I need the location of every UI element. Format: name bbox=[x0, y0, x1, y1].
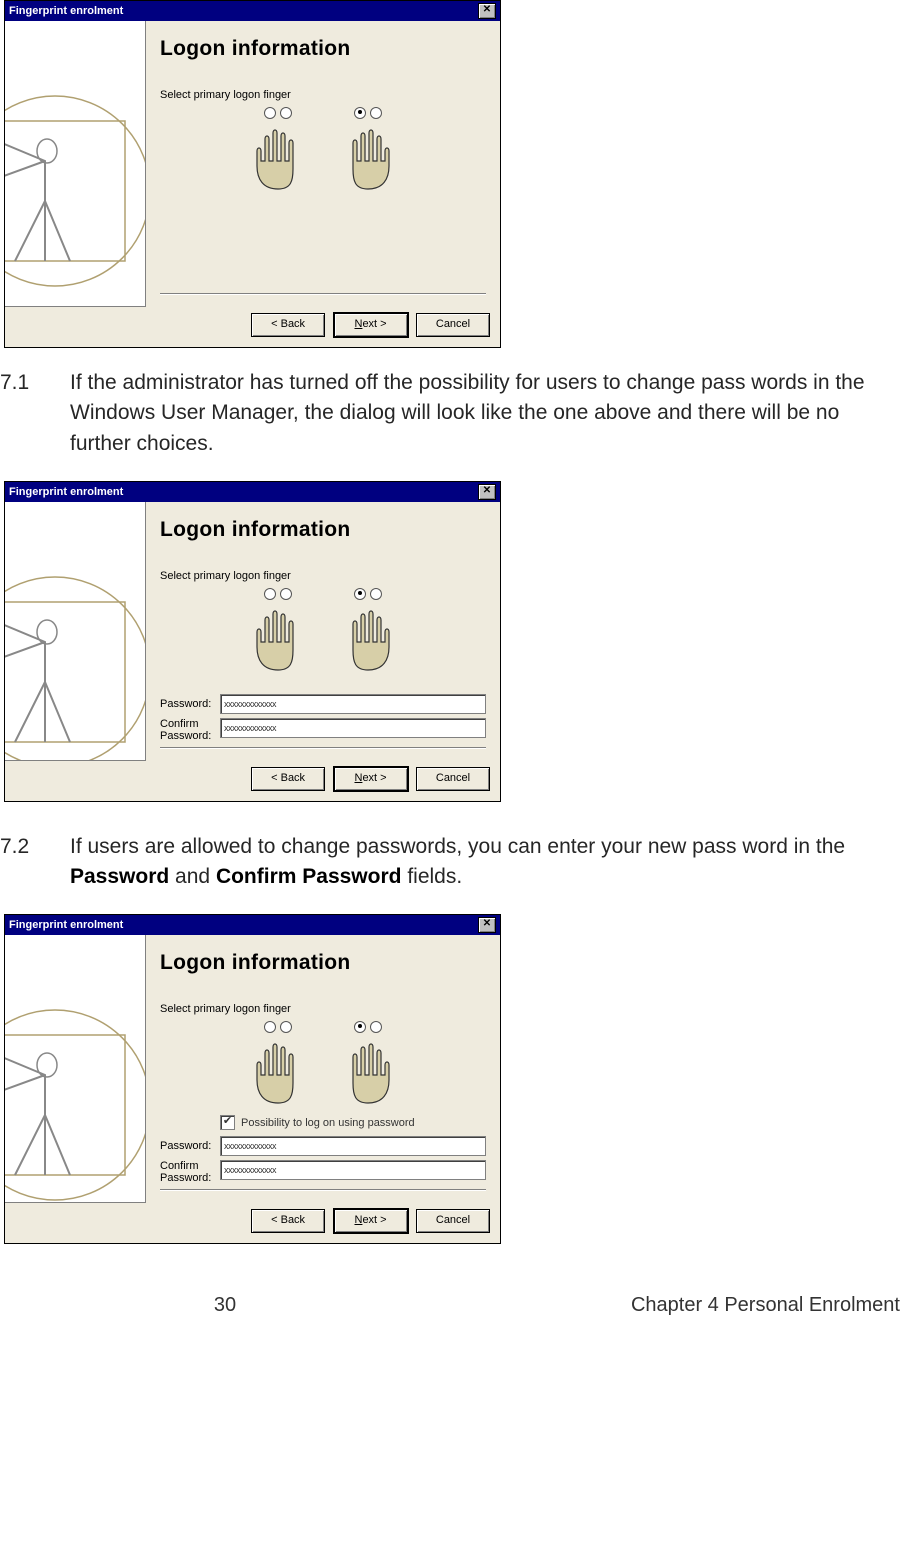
back-button[interactable]: < Back bbox=[251, 1209, 325, 1233]
titlebar-text: Fingerprint enrolment bbox=[9, 5, 478, 17]
titlebar: Fingerprint enrolment ✕ bbox=[5, 915, 500, 935]
close-icon[interactable]: ✕ bbox=[478, 3, 496, 19]
password-input[interactable]: xxxxxxxxxxxxx bbox=[220, 694, 486, 714]
checkbox-label: Possibility to log on using password bbox=[241, 1117, 415, 1129]
password-label: Password: bbox=[160, 698, 220, 710]
vitruvian-icon bbox=[5, 995, 146, 1202]
finger-selector[interactable] bbox=[160, 588, 486, 672]
wizard-graphic bbox=[5, 21, 146, 307]
right-hand-icon bbox=[333, 121, 403, 191]
paragraph-7-2: 7.2 If users are allowed to change passw… bbox=[0, 832, 904, 893]
back-button[interactable]: < Back bbox=[251, 767, 325, 791]
confirm-password-label: Confirm Password: bbox=[160, 1160, 220, 1184]
para-bold: Password bbox=[70, 865, 169, 888]
finger-radio[interactable] bbox=[280, 588, 292, 600]
password-input[interactable]: xxxxxxxxxxxxx bbox=[220, 1136, 486, 1156]
confirm-password-input[interactable]: xxxxxxxxxxxxx bbox=[220, 718, 486, 738]
finger-radio[interactable] bbox=[280, 1021, 292, 1033]
cancel-button[interactable]: Cancel bbox=[416, 767, 490, 791]
vitruvian-icon bbox=[5, 562, 146, 760]
instruction-text: Select primary logon finger bbox=[160, 89, 486, 101]
titlebar-text: Fingerprint enrolment bbox=[9, 919, 478, 931]
finger-radio[interactable] bbox=[370, 107, 382, 119]
para-bold: Confirm Password bbox=[216, 865, 402, 888]
instruction-text: Select primary logon finger bbox=[160, 570, 486, 582]
finger-radio-selected[interactable] bbox=[354, 1021, 366, 1033]
right-hand-icon bbox=[333, 1035, 403, 1105]
dialog-logon-checkbox: Fingerprint enrolment ✕ Logon informatio… bbox=[4, 914, 501, 1243]
para-number: 7.1 bbox=[0, 368, 70, 459]
finger-radio-selected[interactable] bbox=[354, 107, 366, 119]
para-text: If users are allowed to change passwords… bbox=[70, 835, 845, 858]
password-label: Password: bbox=[160, 1140, 220, 1152]
finger-radio-selected[interactable] bbox=[354, 588, 366, 600]
finger-radio[interactable] bbox=[264, 107, 276, 119]
finger-radio[interactable] bbox=[370, 588, 382, 600]
close-icon[interactable]: ✕ bbox=[478, 484, 496, 500]
para-body: If the administrator has turned off the … bbox=[70, 368, 904, 459]
confirm-password-input[interactable]: xxxxxxxxxxxxx bbox=[220, 1160, 486, 1180]
page-footer: 30 Chapter 4 Personal Enrolment bbox=[0, 1294, 904, 1317]
separator bbox=[160, 293, 486, 295]
para-body: If users are allowed to change passwords… bbox=[70, 832, 904, 893]
page-number: 30 bbox=[0, 1294, 450, 1317]
titlebar: Fingerprint enrolment ✕ bbox=[5, 1, 500, 21]
finger-selector[interactable] bbox=[160, 107, 486, 191]
wizard-graphic bbox=[5, 502, 146, 760]
dialog-heading: Logon information bbox=[160, 37, 486, 61]
back-button[interactable]: < Back bbox=[251, 313, 325, 337]
para-number: 7.2 bbox=[0, 832, 70, 893]
left-hand-icon bbox=[243, 1035, 313, 1105]
left-hand-icon bbox=[243, 602, 313, 672]
finger-radio[interactable] bbox=[370, 1021, 382, 1033]
dialog-logon-nopass: Fingerprint enrolment ✕ Logon informatio… bbox=[4, 0, 501, 348]
next-button[interactable]: Next > bbox=[334, 767, 408, 791]
vitruvian-icon bbox=[5, 81, 146, 301]
separator bbox=[160, 1189, 486, 1191]
titlebar: Fingerprint enrolment ✕ bbox=[5, 482, 500, 502]
left-hand-icon bbox=[243, 121, 313, 191]
next-button[interactable]: Next > bbox=[334, 313, 408, 337]
finger-selector[interactable] bbox=[160, 1021, 486, 1105]
instruction-text: Select primary logon finger bbox=[160, 1003, 486, 1015]
confirm-password-label: Confirm Password: bbox=[160, 718, 220, 742]
dialog-heading: Logon information bbox=[160, 518, 486, 542]
chapter-label: Chapter 4 Personal Enrolment bbox=[450, 1294, 904, 1317]
logon-password-checkbox[interactable]: ✔ bbox=[220, 1115, 235, 1130]
finger-radio[interactable] bbox=[264, 588, 276, 600]
finger-radio[interactable] bbox=[264, 1021, 276, 1033]
close-icon[interactable]: ✕ bbox=[478, 917, 496, 933]
cancel-button[interactable]: Cancel bbox=[416, 313, 490, 337]
separator bbox=[160, 747, 486, 749]
para-text: and bbox=[169, 865, 216, 888]
para-text: fields. bbox=[401, 865, 462, 888]
dialog-logon-pass: Fingerprint enrolment ✕ Logon informatio… bbox=[4, 481, 501, 801]
right-hand-icon bbox=[333, 602, 403, 672]
titlebar-text: Fingerprint enrolment bbox=[9, 486, 478, 498]
dialog-heading: Logon information bbox=[160, 951, 486, 975]
finger-radio[interactable] bbox=[280, 107, 292, 119]
cancel-button[interactable]: Cancel bbox=[416, 1209, 490, 1233]
wizard-graphic bbox=[5, 935, 146, 1202]
paragraph-7-1: 7.1 If the administrator has turned off … bbox=[0, 368, 904, 459]
next-button[interactable]: Next > bbox=[334, 1209, 408, 1233]
